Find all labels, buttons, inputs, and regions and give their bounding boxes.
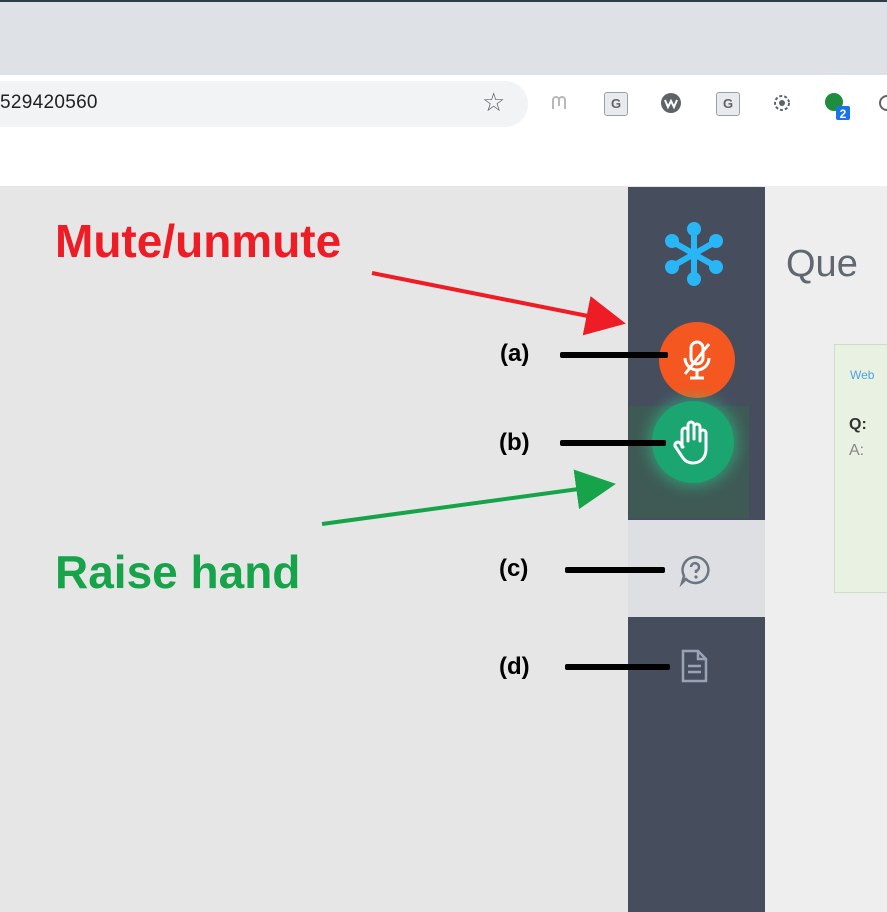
address-bar-url[interactable]: 529420560 (0, 92, 98, 114)
callout-label-a: (a) (500, 340, 530, 367)
extension-icon-1[interactable] (548, 92, 570, 114)
raise-hand-annotation-label: Raise hand (55, 546, 301, 598)
document-icon[interactable] (679, 648, 709, 684)
callout-leader-c (565, 567, 665, 573)
extension-icon-green[interactable]: 2 (822, 92, 850, 121)
mic-off-icon (683, 340, 711, 380)
tab-strip (0, 2, 887, 75)
callout-leader-a (560, 352, 668, 358)
mute-button[interactable] (659, 322, 735, 398)
question-card-q-label: Q: (849, 416, 867, 433)
callout-leader-b (560, 440, 666, 446)
callout-label-d: (d) (499, 653, 530, 680)
extension-icon-g1[interactable]: G (604, 92, 628, 116)
question-icon[interactable] (678, 553, 712, 588)
extension-badge: 2 (840, 107, 847, 121)
bookmark-bar (0, 140, 887, 186)
callout-label-c: (c) (499, 555, 529, 582)
extension-icon-g2[interactable]: G (716, 92, 740, 116)
callout-label-b: (b) (499, 429, 530, 456)
extension-icon-overflow[interactable] (876, 92, 887, 114)
page-title: Que (786, 243, 858, 285)
snowflake-logo-icon (660, 220, 728, 288)
extension-icon-w[interactable] (660, 92, 682, 114)
mute-annotation-label: Mute/unmute (55, 215, 342, 267)
question-card-tag: Web (850, 368, 875, 382)
extension-icon-gear[interactable] (771, 92, 793, 114)
bookmark-star-icon[interactable]: ☆ (482, 89, 505, 115)
callout-leader-d (565, 664, 670, 670)
question-card-a-label: A: (849, 442, 865, 459)
